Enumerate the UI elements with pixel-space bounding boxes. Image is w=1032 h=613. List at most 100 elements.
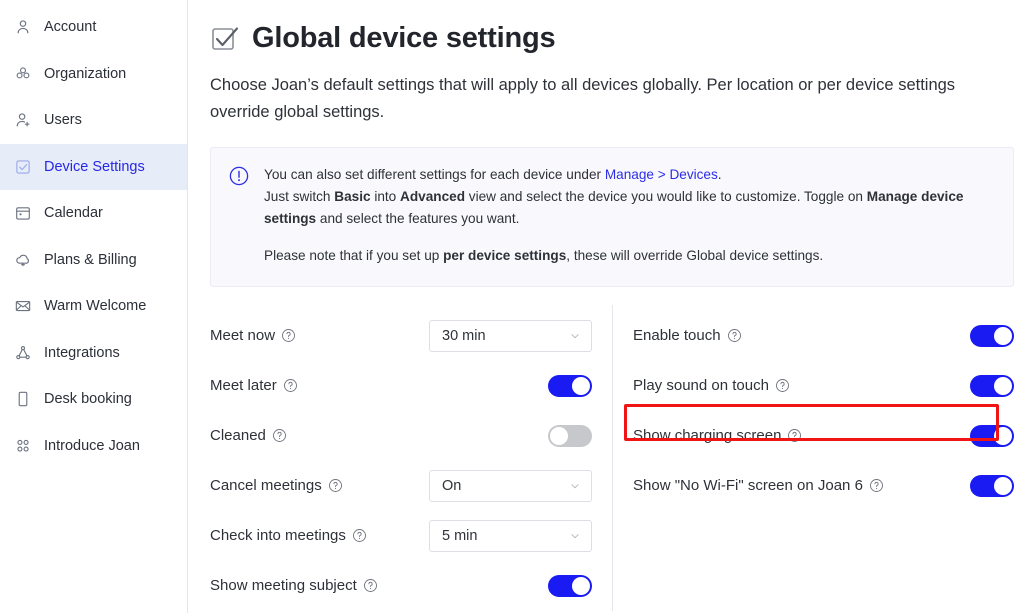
toggle-play-sound-on-touch[interactable] xyxy=(970,374,1014,397)
sidebar-item-organization[interactable]: Organization xyxy=(0,51,187,98)
setting-row-show-meeting-subject: Show meeting subject xyxy=(210,561,592,611)
help-icon[interactable] xyxy=(352,528,367,543)
sidebar-item-introduce-joan[interactable]: Introduce Joan xyxy=(0,423,187,470)
help-icon[interactable] xyxy=(328,478,343,493)
banner-line2-e: view and select the device you would lik… xyxy=(465,189,867,205)
calendar-icon xyxy=(14,204,32,222)
help-icon[interactable] xyxy=(272,428,287,443)
setting-control xyxy=(970,324,1014,347)
toggle-meet-later[interactable] xyxy=(548,374,592,397)
select-value: 5 min xyxy=(442,527,478,544)
select-meet-now[interactable]: 30 min xyxy=(429,319,592,352)
select-value: On xyxy=(442,477,462,494)
banner-line1-post: . xyxy=(717,167,722,183)
sidebar-item-users[interactable]: Users xyxy=(0,97,187,144)
setting-label-text: Cleaned xyxy=(210,427,266,444)
sidebar-item-label: Users xyxy=(44,112,82,129)
setting-row-play-sound-on-touch: Play sound on touch xyxy=(633,361,1014,411)
organization-icon xyxy=(14,65,32,83)
setting-label-show-no-wi-fi-screen-on-joan-6: Show "No Wi-Fi" screen on Joan 6 xyxy=(633,477,884,494)
setting-label-cancel-meetings: Cancel meetings xyxy=(210,477,343,494)
help-icon[interactable] xyxy=(727,328,742,343)
toggle-cleaned[interactable] xyxy=(548,424,592,447)
checkbox-checked-icon xyxy=(210,24,240,54)
envelope-icon xyxy=(14,297,32,315)
setting-control xyxy=(970,374,1014,397)
sidebar-item-label: Device Settings xyxy=(44,158,145,175)
setting-row-show-no-wi-fi-screen-on-joan-6: Show "No Wi-Fi" screen on Joan 6 xyxy=(633,461,1014,511)
page-title: Global device settings xyxy=(252,22,556,54)
setting-control: On xyxy=(429,469,592,502)
banner-line3-c: , these will override Global device sett… xyxy=(566,248,824,264)
setting-label-meet-later: Meet later xyxy=(210,377,298,394)
chevron-down-icon xyxy=(568,529,582,543)
user-plus-icon xyxy=(14,111,32,129)
select-cancel-meetings[interactable]: On xyxy=(429,469,592,502)
toggle-show-meeting-subject[interactable] xyxy=(548,574,592,597)
user-icon xyxy=(14,18,32,36)
banner-line-3: Please note that if you set up per devic… xyxy=(264,245,995,267)
setting-label-text: Check into meetings xyxy=(210,527,346,544)
banner-per-device-settings-label: per device settings xyxy=(443,248,567,264)
setting-label-text: Meet now xyxy=(210,327,276,344)
help-icon[interactable] xyxy=(283,378,298,393)
banner-line3-a: Please note that if you set up xyxy=(264,248,444,264)
sidebar-item-desk-booking[interactable]: Desk booking xyxy=(0,376,187,423)
toggle-knob xyxy=(994,326,1012,345)
info-banner-text: You can also set different settings for … xyxy=(264,164,995,267)
banner-advanced-label: Advanced xyxy=(400,189,465,205)
settings-column-right: Enable touch Play sound on touch Show char… xyxy=(612,304,1014,611)
sidebar-item-warm-welcome[interactable]: Warm Welcome xyxy=(0,283,187,330)
setting-label-text: Show "No Wi-Fi" screen on Joan 6 xyxy=(633,477,863,494)
banner-line2-g: and select the features you want. xyxy=(316,211,520,227)
banner-spacer xyxy=(264,230,995,245)
setting-label-meet-now: Meet now xyxy=(210,327,296,344)
help-icon[interactable] xyxy=(869,478,884,493)
cloud-icon xyxy=(14,251,32,269)
toggle-show-no-wi-fi-screen-on-joan-6[interactable] xyxy=(970,474,1014,497)
sidebar-item-label: Integrations xyxy=(44,344,120,361)
settings-column-left: Meet now 30 min Meet later Cleaned Cancel me… xyxy=(210,305,612,611)
banner-line1-pre: You can also set different settings for … xyxy=(264,167,605,183)
sidebar-item-device-settings[interactable]: Device Settings xyxy=(0,143,187,190)
help-icon[interactable] xyxy=(787,428,802,443)
help-icon[interactable] xyxy=(363,578,378,593)
help-icon[interactable] xyxy=(281,328,296,343)
sidebar-item-account[interactable]: Account xyxy=(0,4,187,51)
sidebar-item-label: Desk booking xyxy=(44,391,132,408)
select-check-into-meetings[interactable]: 5 min xyxy=(429,519,592,552)
settings-grid: Meet now 30 min Meet later Cleaned Cancel me… xyxy=(210,304,1014,611)
setting-label-text: Play sound on touch xyxy=(633,377,769,394)
sidebar-item-label: Calendar xyxy=(44,205,103,222)
setting-label-text: Enable touch xyxy=(633,327,721,344)
checkbox-icon xyxy=(14,158,32,176)
sidebar-item-plans-billing[interactable]: Plans & Billing xyxy=(0,237,187,284)
sidebar-item-calendar[interactable]: Calendar xyxy=(0,190,187,237)
help-icon[interactable] xyxy=(775,378,790,393)
setting-label-show-charging-screen: Show charging screen xyxy=(633,427,802,444)
manage-devices-link[interactable]: Manage > Devices xyxy=(605,167,718,182)
setting-control: 5 min xyxy=(429,519,592,552)
setting-control xyxy=(548,424,592,447)
setting-label-text: Cancel meetings xyxy=(210,477,322,494)
setting-row-meet-later: Meet later xyxy=(210,361,592,411)
sidebar-item-integrations[interactable]: Integrations xyxy=(0,330,187,377)
banner-line-1: You can also set different settings for … xyxy=(264,164,995,186)
toggle-knob xyxy=(572,376,590,395)
info-banner: You can also set different settings for … xyxy=(210,147,1014,287)
setting-row-show-charging-screen: Show charging screen xyxy=(633,411,1014,461)
setting-row-enable-touch: Enable touch xyxy=(633,311,1014,361)
setting-label-play-sound-on-touch: Play sound on touch xyxy=(633,377,790,394)
people-grid-icon xyxy=(14,437,32,455)
setting-label-check-into-meetings: Check into meetings xyxy=(210,527,367,544)
toggle-knob xyxy=(994,426,1012,445)
select-value: 30 min xyxy=(442,327,486,344)
setting-control xyxy=(548,374,592,397)
toggle-knob xyxy=(572,576,590,595)
setting-control xyxy=(548,574,592,597)
setting-label-show-meeting-subject: Show meeting subject xyxy=(210,577,378,594)
app-root: Account Organization Users Device Settings C… xyxy=(0,0,1032,613)
toggle-show-charging-screen[interactable] xyxy=(970,424,1014,447)
toggle-enable-touch[interactable] xyxy=(970,324,1014,347)
sidebar-item-label: Organization xyxy=(44,65,127,82)
